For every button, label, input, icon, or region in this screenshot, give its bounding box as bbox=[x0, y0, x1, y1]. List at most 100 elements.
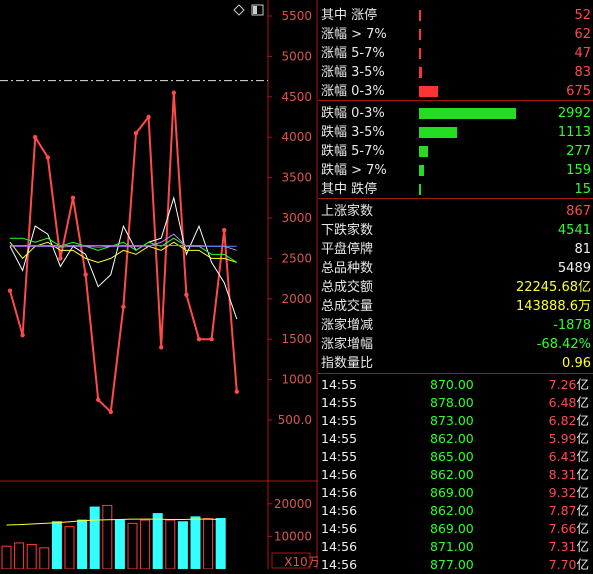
breadth-up-row[interactable]: 其中 涨停 52 bbox=[318, 6, 593, 25]
tick-row[interactable]: 14:55 865.00 6.43亿 bbox=[318, 448, 593, 466]
tick-row[interactable]: 14:55 862.00 5.99亿 bbox=[318, 430, 593, 448]
row-value: 83 bbox=[574, 65, 591, 80]
price-tick-label: 1500 bbox=[281, 332, 312, 346]
stat-row[interactable]: 总成交额 22245.68亿 bbox=[318, 278, 593, 297]
volume-bar bbox=[1, 545, 12, 569]
diamond-icon[interactable] bbox=[233, 1, 245, 16]
stat-row[interactable]: 涨家增幅 -68.42% bbox=[318, 335, 593, 354]
breadth-up-row[interactable]: 涨幅 3-5% 83 bbox=[318, 63, 593, 82]
breadth-down-row[interactable]: 其中 跌停 15 bbox=[318, 180, 593, 199]
breadth-down-row[interactable]: 跌幅 > 7% 159 bbox=[318, 161, 593, 180]
row-value: 277 bbox=[566, 144, 591, 159]
tick-row[interactable]: 14:56 869.00 9.32亿 bbox=[318, 484, 593, 502]
tick-time: 14:56 bbox=[321, 503, 358, 518]
tick-price: 862.00 bbox=[430, 431, 474, 446]
row-label: 指数量比 bbox=[321, 356, 374, 371]
row-value: 22245.68亿 bbox=[515, 280, 591, 295]
price-point bbox=[146, 114, 151, 120]
row-label: 跌幅 0-3% bbox=[321, 106, 385, 121]
row-label: 其中 跌停 bbox=[321, 182, 378, 197]
panel-toggle-icon[interactable] bbox=[251, 1, 264, 16]
volume-avg-line bbox=[6, 518, 221, 526]
breadth-up-row[interactable]: 涨幅 0-3% 675 bbox=[318, 82, 593, 101]
row-label: 涨幅 3-5% bbox=[321, 65, 385, 80]
breadth-up-row[interactable]: 涨幅 5-7% 47 bbox=[318, 44, 593, 63]
row-value: 52 bbox=[574, 8, 591, 23]
price-point bbox=[171, 90, 176, 95]
row-label: 其中 涨停 bbox=[321, 8, 378, 23]
row-label: 涨幅 5-7% bbox=[321, 46, 385, 61]
distribution-bar bbox=[419, 165, 425, 176]
tick-time: 14:55 bbox=[321, 377, 358, 392]
stat-row[interactable]: 上涨家数 867 bbox=[318, 202, 593, 221]
breadth-down-row[interactable]: 跌幅 3-5% 1113 bbox=[318, 123, 593, 142]
tick-price: 878.00 bbox=[430, 395, 474, 410]
stat-row[interactable]: 总品种数 5489 bbox=[318, 259, 593, 278]
price-point bbox=[184, 292, 189, 297]
market-breadth-panel: 其中 涨停 52 涨幅 > 7% 62 涨幅 5-7% 47 涨幅 3-5% 83 涨幅 0-3… bbox=[318, 0, 593, 572]
stat-row[interactable]: 下跌家数 4541 bbox=[318, 221, 593, 240]
volume-bar bbox=[89, 506, 100, 569]
row-value: 5489 bbox=[557, 261, 591, 276]
row-value: 159 bbox=[566, 163, 591, 178]
tick-row[interactable]: 14:56 871.00 7.31亿 bbox=[318, 538, 593, 556]
stat-row[interactable]: 平盘停牌 81 bbox=[318, 240, 593, 259]
breadth-down-row[interactable]: 跌幅 0-3% 2992 bbox=[318, 104, 593, 123]
tick-time: 14:56 bbox=[321, 557, 358, 572]
tick-row[interactable]: 14:56 862.00 8.31亿 bbox=[318, 466, 593, 484]
volume-bar bbox=[102, 504, 113, 569]
volume-bar bbox=[152, 513, 163, 569]
row-value: 4541 bbox=[557, 223, 591, 238]
price-point bbox=[133, 130, 139, 136]
tick-time: 14:56 bbox=[321, 539, 358, 554]
volume-bar bbox=[14, 542, 25, 569]
distribution-bar bbox=[419, 108, 517, 119]
row-value: 81 bbox=[574, 242, 591, 257]
row-value: 867 bbox=[566, 204, 591, 219]
price-point bbox=[121, 304, 126, 310]
tick-time: 14:55 bbox=[321, 431, 358, 446]
stat-row[interactable]: 指数量比 0.96 bbox=[318, 354, 593, 373]
row-value: 62 bbox=[574, 27, 591, 42]
tick-row[interactable]: 14:55 873.00 6.82亿 bbox=[318, 412, 593, 430]
tick-amount: 7.70亿 bbox=[548, 557, 589, 572]
separator bbox=[318, 100, 593, 101]
price-point bbox=[20, 332, 25, 338]
volume-bar bbox=[127, 522, 138, 569]
price-tick-label: 5000 bbox=[281, 49, 312, 63]
volume-bar bbox=[64, 526, 75, 569]
breadth-down-row[interactable]: 跌幅 5-7% 277 bbox=[318, 142, 593, 161]
price-point bbox=[209, 337, 214, 342]
tick-price: 877.00 bbox=[430, 557, 474, 572]
tick-row[interactable]: 14:56 862.00 7.87亿 bbox=[318, 502, 593, 520]
tick-row[interactable]: 14:56 869.00 7.66亿 bbox=[318, 520, 593, 538]
price-point bbox=[58, 256, 63, 261]
volume-tick-label: 10000 bbox=[274, 529, 312, 543]
price-volume-chart[interactable]: 5500 5000 4500 4000 3500 3000 2500 2000 1500 1000… bbox=[0, 0, 318, 569]
tick-time: 14:56 bbox=[321, 521, 358, 536]
price-tick-label: 2500 bbox=[281, 251, 312, 265]
price-tick-label: 2000 bbox=[281, 292, 312, 306]
stat-row[interactable]: 涨家增减 -1878 bbox=[318, 316, 593, 335]
row-value: 15 bbox=[574, 182, 591, 197]
price-point bbox=[70, 195, 76, 200]
tick-row[interactable]: 14:55 870.00 7.26亿 bbox=[318, 376, 593, 394]
tick-price: 870.00 bbox=[430, 377, 474, 392]
breadth-up-row[interactable]: 涨幅 > 7% 62 bbox=[318, 25, 593, 44]
row-label: 涨家增幅 bbox=[321, 337, 374, 352]
tick-row[interactable]: 14:55 878.00 6.48亿 bbox=[318, 394, 593, 412]
distribution-bar bbox=[419, 184, 421, 195]
tick-amount: 7.87亿 bbox=[548, 503, 589, 518]
price-point bbox=[83, 272, 88, 277]
row-value: 0.96 bbox=[562, 356, 591, 371]
stat-row[interactable]: 总成交量 143888.6万 bbox=[318, 297, 593, 316]
row-label: 涨幅 > 7% bbox=[321, 27, 387, 42]
tick-price: 865.00 bbox=[430, 449, 474, 464]
row-value: -1878 bbox=[553, 318, 591, 333]
volume-bar bbox=[114, 519, 125, 569]
volume-tick-label: 20000 bbox=[274, 497, 312, 511]
volume-bar bbox=[165, 519, 176, 569]
tick-row[interactable]: 14:56 877.00 7.70亿 bbox=[318, 556, 593, 574]
row-label: 涨幅 0-3% bbox=[321, 84, 385, 99]
row-label: 总成交额 bbox=[321, 280, 374, 295]
